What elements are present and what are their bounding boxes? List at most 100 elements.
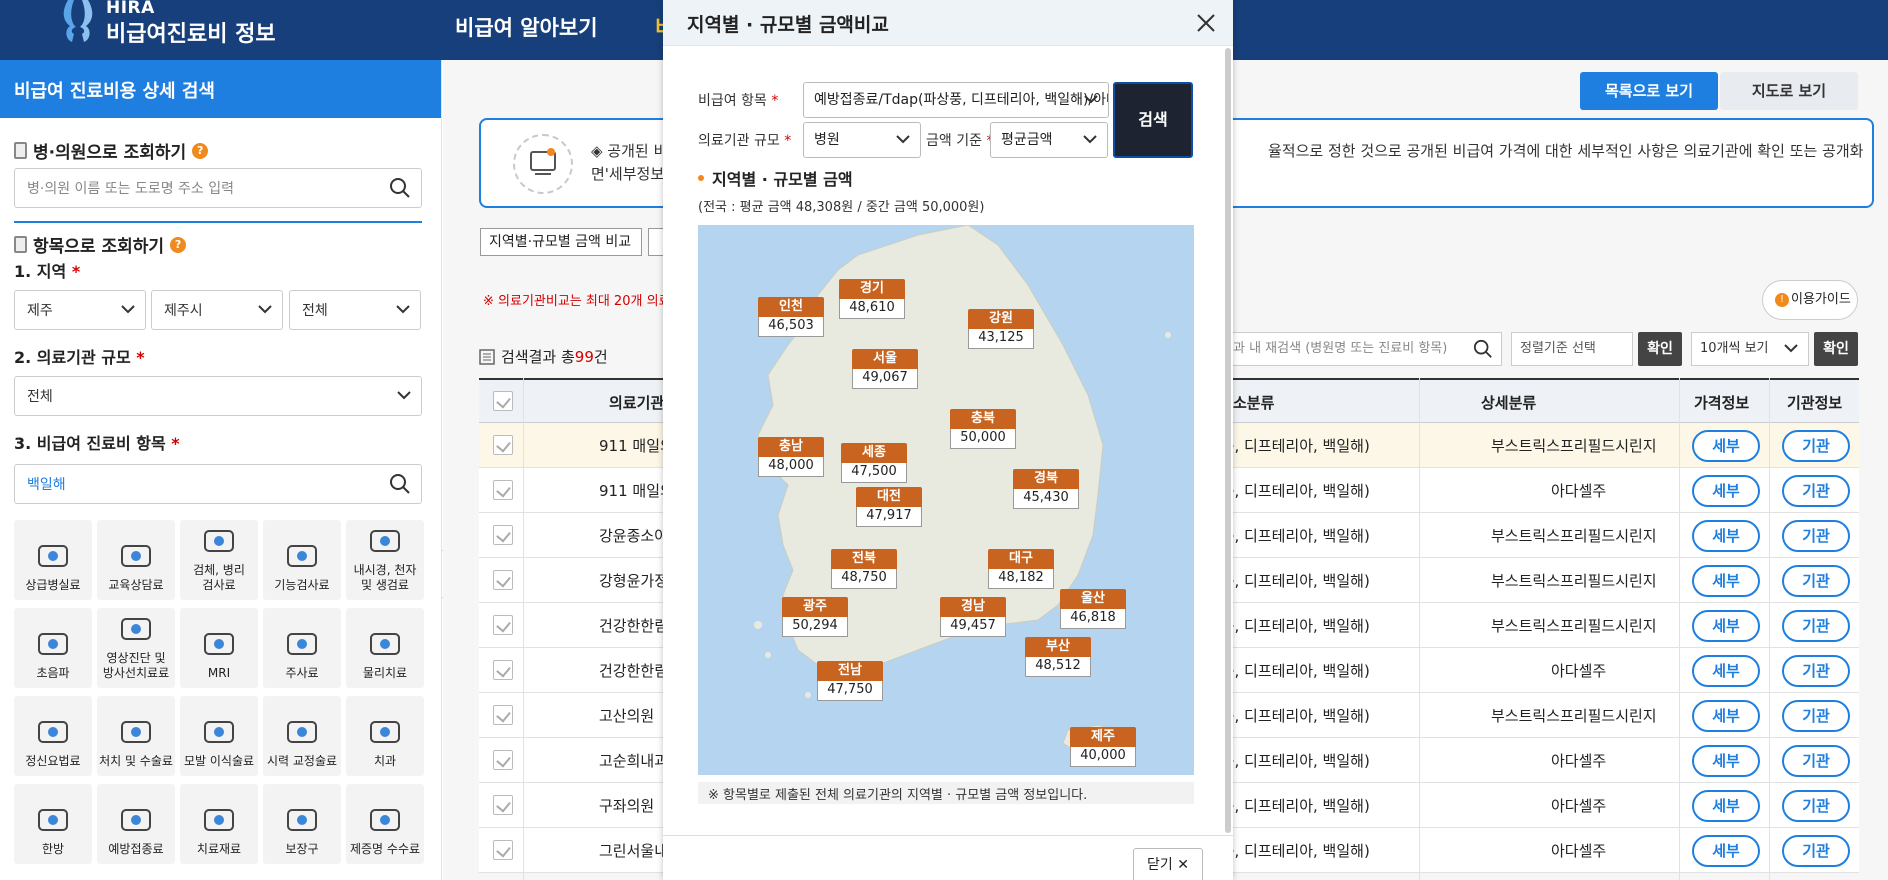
price-detail-button[interactable]: 세부 [1692,520,1760,552]
row-checkbox[interactable] [493,435,513,455]
category-tile[interactable]: 교육상담료 [97,520,175,600]
region-district-select[interactable]: 전체 [289,290,421,330]
region-marker[interactable]: 전남 47,750 [817,661,883,701]
region-city-select[interactable]: 제주시 [151,290,283,330]
price-detail-button[interactable]: 세부 [1692,790,1760,822]
price-detail-button[interactable]: 세부 [1692,655,1760,687]
org-info-button[interactable]: 기관 [1782,790,1850,822]
page-size-select[interactable]: 10개씩 보기 [1691,332,1809,366]
org-info-button[interactable]: 기관 [1782,520,1850,552]
org-info-button[interactable]: 기관 [1782,745,1850,777]
category-tile[interactable]: 내시경, 천자 및 생검료 [346,520,424,600]
list-view-button[interactable]: 목록으로 보기 [1580,72,1718,110]
region-marker[interactable]: 대구 48,182 [988,549,1054,589]
row-checkbox[interactable] [493,795,513,815]
row-checkbox[interactable] [493,750,513,770]
price-detail-button[interactable]: 세부 [1692,565,1760,597]
price-detail-button[interactable]: 세부 [1692,700,1760,732]
map-view-button[interactable]: 지도로 보기 [1720,72,1858,110]
region-marker[interactable]: 서울 49,067 [852,349,918,389]
modal-item-select[interactable]: 예방접종료/Tdap(파상풍, 디프테리아, 백일해)/아다 [803,82,1109,118]
region-marker[interactable]: 광주 50,294 [782,597,848,637]
region-marker[interactable]: 전북 48,750 [831,549,897,589]
price-detail-button[interactable]: 세부 [1692,835,1760,867]
modal-close-button[interactable]: 닫기 ✕ [1133,848,1203,880]
region-marker[interactable]: 충남 48,000 [758,437,824,477]
hira-logo[interactable]: HIRA 비급여진료비 정보 [60,0,280,58]
row-checkbox[interactable] [493,840,513,860]
region-marker[interactable]: 강원 43,125 [968,309,1034,349]
scale-select[interactable]: 전체 [14,376,422,416]
region-name: 광주 [782,597,848,617]
nav-item-about[interactable]: 비급여 알아보기 [455,12,598,42]
price-detail-button[interactable]: 세부 [1692,430,1760,462]
org-info-button[interactable]: 기관 [1782,565,1850,597]
detail-cell: 아다셀주 [1551,662,1607,680]
org-info-button[interactable]: 기관 [1782,475,1850,507]
region-marker[interactable]: 제주 40,000 [1070,727,1136,767]
sort-select[interactable]: 정렬기준 선택 [1511,332,1633,366]
category-tile[interactable]: 처치 및 수술료 [97,696,175,776]
hospital-search-input[interactable]: 병·의원 이름 또는 도로명 주소 입력 [14,168,422,208]
category-tile[interactable]: MRI [180,608,258,688]
row-checkbox[interactable] [493,570,513,590]
category-tile[interactable]: 정신요법료 [14,696,92,776]
item-search-input[interactable]: 백일해 [14,464,422,504]
category-tile[interactable]: 검체, 병리 검사료 [180,520,258,600]
price-detail-button[interactable]: 세부 [1692,475,1760,507]
region-marker[interactable]: 부산 48,512 [1025,637,1091,677]
row-checkbox[interactable] [493,525,513,545]
modal-search-button[interactable]: 검색 [1113,82,1193,158]
select-all-checkbox[interactable] [493,391,513,411]
search-icon[interactable] [389,473,411,495]
category-tile[interactable]: 시력 교정술료 [263,696,341,776]
category-tile[interactable]: 물리치료 [346,608,424,688]
category-tile[interactable]: 모발 이식술료 [180,696,258,776]
page-size-confirm-button[interactable]: 확인 [1814,332,1858,366]
row-checkbox[interactable] [493,705,513,725]
region-marker[interactable]: 경남 49,457 [940,597,1006,637]
org-info-button[interactable]: 기관 [1782,655,1850,687]
category-tile[interactable]: 제증명 수수료 [346,784,424,864]
search-icon[interactable] [389,177,411,199]
category-tile[interactable]: 기능검사료 [263,520,341,600]
user-guide-button[interactable]: ! 이용가이드 [1762,280,1858,320]
region-marker[interactable]: 충북 50,000 [950,409,1016,449]
category-tile[interactable]: 한방 [14,784,92,864]
org-info-button[interactable]: 기관 [1782,610,1850,642]
category-tile[interactable]: 치과 [346,696,424,776]
modal-scale-select[interactable]: 병원 [803,122,921,158]
region-marker[interactable]: 경기 48,610 [839,279,905,319]
sort-confirm-button[interactable]: 확인 [1638,332,1682,366]
re-search-input[interactable]: 과 내 재검색 (병원명 또는 진료비 항목) [1224,332,1502,366]
close-icon[interactable] [1195,12,1217,34]
search-icon[interactable] [1473,339,1493,359]
region-marker[interactable]: 울산 46,818 [1060,589,1126,629]
region-marker[interactable]: 인천 46,503 [758,297,824,337]
modal-scrollbar[interactable] [1225,48,1231,833]
category-tile[interactable]: 보장구 [263,784,341,864]
category-tile[interactable]: 예방접종료 [97,784,175,864]
row-checkbox[interactable] [493,615,513,635]
org-info-button[interactable]: 기관 [1782,835,1850,867]
category-tile[interactable]: 초음파 [14,608,92,688]
help-icon[interactable]: ? [170,236,187,253]
modal-basis-select[interactable]: 평균금액 [990,122,1108,158]
compare-tab-button[interactable]: 지역별·규모별 금액 비교 [480,228,642,256]
org-info-button[interactable]: 기관 [1782,700,1850,732]
row-checkbox[interactable] [493,480,513,500]
category-tile[interactable]: 치료재료 [180,784,258,864]
row-checkbox[interactable] [493,660,513,680]
region-province-select[interactable]: 제주 [14,290,146,330]
org-info-button[interactable]: 기관 [1782,430,1850,462]
category-tile[interactable]: 상급병실료 [14,520,92,600]
region-marker[interactable]: 경북 45,430 [1013,469,1079,509]
price-detail-button[interactable]: 세부 [1692,610,1760,642]
category-tile[interactable]: 영상진단 및 방사선치료료 [97,608,175,688]
help-icon[interactable]: ? [192,142,209,159]
region-marker[interactable]: 대전 47,917 [856,487,922,527]
price-detail-button[interactable]: 세부 [1692,745,1760,777]
region-marker[interactable]: 세종 47,500 [841,443,907,483]
category-tile[interactable]: 주사료 [263,608,341,688]
tooth-icon [370,720,400,743]
